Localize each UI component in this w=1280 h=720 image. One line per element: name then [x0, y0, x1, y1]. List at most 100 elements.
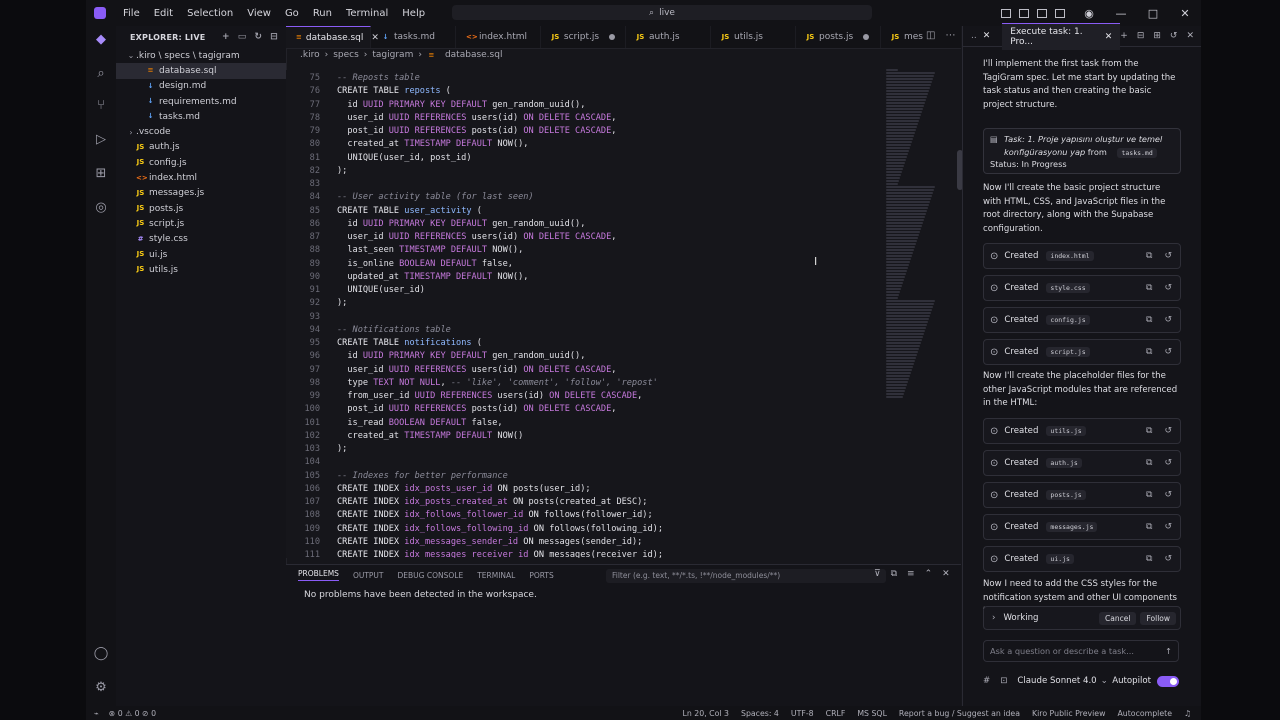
panel-toggle-icon[interactable]: [1037, 8, 1047, 18]
code-line[interactable]: 80 created_at TIMESTAMP DEFAULT NOW(),: [286, 138, 529, 151]
task-card-file-chip[interactable]: tasks.md: [1117, 147, 1157, 158]
tree-item[interactable]: JS ui.js: [116, 247, 286, 262]
account-icon[interactable]: ◉: [1073, 7, 1105, 20]
account-icon[interactable]: ◯: [93, 646, 109, 662]
code-line[interactable]: 104: [286, 456, 337, 469]
menu-help[interactable]: Help: [395, 8, 432, 19]
open-diff-icon[interactable]: ⧉: [1146, 490, 1152, 500]
minimize-icon[interactable]: —: [1105, 7, 1137, 20]
chat-input[interactable]: Ask a question or describe a task... ↑: [983, 640, 1179, 662]
problems-filter-input[interactable]: Filter (e.g. text, **/*.ts, !**/node_mod…: [606, 569, 886, 583]
minimap[interactable]: [886, 68, 936, 488]
more-actions-icon[interactable]: ⋯: [945, 30, 955, 41]
command-search-box[interactable]: ⌕ live: [452, 5, 872, 20]
code-line[interactable]: 78 user_id UUID REFERENCES users(id) ON …: [286, 112, 617, 125]
tree-item[interactable]: # style.css: [116, 232, 286, 247]
revert-icon[interactable]: ↺: [1164, 426, 1172, 436]
revert-icon[interactable]: ↺: [1164, 554, 1172, 564]
editor-tab[interactable]: JS posts.js: [796, 26, 881, 48]
unsaved-dot-icon[interactable]: [863, 34, 870, 40]
editor-tab[interactable]: JS script.js: [541, 26, 626, 48]
close-panel-icon[interactable]: ✕: [942, 569, 950, 579]
language-mode[interactable]: MS SQL: [857, 709, 887, 718]
open-diff-icon[interactable]: ⧉: [1146, 522, 1152, 532]
code-line[interactable]: 92);: [286, 297, 348, 310]
open-diff-icon[interactable]: ⧉: [1146, 251, 1152, 261]
created-file-row[interactable]: ⊙ Created config.js ⧉ ↺: [983, 307, 1181, 333]
code-line[interactable]: 82);: [286, 165, 348, 178]
panel-tab-output[interactable]: OUTPUT: [353, 571, 384, 580]
problems-count[interactable]: ⊗ 0 ⚠ 0 ⊘ 0: [109, 709, 156, 718]
code-line[interactable]: 93: [286, 311, 337, 324]
code-line[interactable]: 107 CREATE INDEX idx_posts_created_at ON …: [286, 496, 647, 509]
code-line[interactable]: 101 is_read BOOLEAN DEFAULT false,: [286, 417, 502, 430]
tree-item[interactable]: ↓ design.md: [116, 79, 286, 94]
tree-item[interactable]: ↓ requirements.md: [116, 94, 286, 109]
remote-icon[interactable]: ⌁: [94, 709, 99, 718]
code-line[interactable]: 103);: [286, 443, 347, 456]
split-editor-icon[interactable]: ◫: [926, 30, 935, 41]
chat-settings-icon[interactable]: ⊞: [1153, 31, 1161, 41]
tree-item[interactable]: › .vscode: [116, 124, 286, 139]
cursor-position[interactable]: Ln 20, Col 3: [683, 709, 729, 718]
settings-gear-icon[interactable]: ⚙: [93, 680, 109, 696]
code-line[interactable]: 75 -- Reposts table: [286, 72, 420, 85]
chevron-down-icon[interactable]: ⌄: [1101, 676, 1108, 686]
revert-icon[interactable]: ↺: [1164, 251, 1172, 261]
view-list-icon[interactable]: ≡: [907, 569, 915, 579]
tree-item[interactable]: JS config.js: [116, 155, 286, 170]
editor-tab[interactable]: JS auth.js: [626, 26, 711, 48]
chat-revert-icon[interactable]: ↺: [1170, 31, 1178, 41]
image-attach-icon[interactable]: ⊡: [1000, 676, 1007, 686]
extensions-icon[interactable]: ⊞: [93, 166, 109, 182]
panel-tab-terminal[interactable]: TERMINAL: [477, 571, 515, 580]
open-diff-icon[interactable]: ⧉: [1146, 426, 1152, 436]
new-file-icon[interactable]: +: [222, 32, 230, 42]
code-line[interactable]: 106 CREATE INDEX idx_posts_user_id ON pos…: [286, 483, 590, 496]
created-file-row[interactable]: ⊙ Created posts.js ⧉ ↺: [983, 482, 1181, 508]
code-line[interactable]: 102 created_at TIMESTAMP DEFAULT NOW(): [286, 430, 523, 443]
send-arrow-icon[interactable]: ↑: [1165, 646, 1172, 656]
report-bug-link[interactable]: Report a bug / Suggest an idea: [899, 709, 1020, 718]
run-debug-icon[interactable]: ▷: [93, 132, 109, 148]
panel-tab-problems[interactable]: PROBLEMS: [298, 569, 339, 581]
breadcrumb-kiro[interactable]: .kiro: [300, 50, 320, 60]
revert-icon[interactable]: ↺: [1164, 315, 1172, 325]
refresh-icon[interactable]: ↻: [255, 32, 263, 42]
code-line[interactable]: 76 CREATE TABLE reposts (: [286, 85, 451, 98]
tree-item[interactable]: JS script.js: [116, 216, 286, 231]
maximize-panel-icon[interactable]: ⌃: [925, 569, 933, 579]
code-line[interactable]: 97 user_id UUID REFERENCES users(id) ON …: [286, 364, 617, 377]
close-window-icon[interactable]: ✕: [1169, 7, 1201, 20]
copy-icon[interactable]: ⧉: [891, 569, 897, 579]
tree-item[interactable]: JS auth.js: [116, 140, 286, 155]
created-file-row[interactable]: ⊙ Created index.html ⧉ ↺: [983, 243, 1181, 269]
breadcrumb-specs[interactable]: specs: [333, 50, 359, 60]
file-chip[interactable]: utils.js: [1046, 426, 1086, 436]
revert-icon[interactable]: ↺: [1164, 458, 1172, 468]
code-line[interactable]: 83: [286, 178, 337, 191]
open-diff-icon[interactable]: ⧉: [1146, 347, 1152, 357]
indentation[interactable]: Spaces: 4: [741, 709, 779, 718]
revert-icon[interactable]: ↺: [1164, 347, 1172, 357]
code-line[interactable]: 110 CREATE INDEX idx_messages_sender_id O…: [286, 536, 642, 549]
file-chip[interactable]: index.html: [1046, 251, 1094, 261]
open-diff-icon[interactable]: ⧉: [1146, 458, 1152, 468]
menu-go[interactable]: Go: [278, 8, 306, 19]
line-endings[interactable]: CRLF: [826, 709, 846, 718]
file-chip[interactable]: auth.js: [1046, 458, 1082, 468]
chat-ellipsis-icon[interactable]: ..: [971, 31, 977, 41]
revert-icon[interactable]: ↺: [1164, 490, 1172, 500]
code-line[interactable]: 94 -- Notifications table: [286, 324, 451, 337]
created-file-row[interactable]: ⊙ Created script.js ⧉ ↺: [983, 339, 1181, 365]
tree-item[interactable]: JS posts.js: [116, 201, 286, 216]
kiro-panel-icon[interactable]: ◎: [93, 200, 109, 216]
chat-history-icon[interactable]: ⊟: [1137, 31, 1145, 41]
revert-icon[interactable]: ↺: [1164, 283, 1172, 293]
maximize-icon[interactable]: □: [1137, 7, 1169, 20]
close-chat-icon[interactable]: ✕: [1186, 31, 1194, 41]
breadcrumb-file[interactable]: database.sql: [445, 50, 503, 60]
code-line[interactable]: 81 UNIQUE(user_id, post_id): [286, 152, 472, 165]
code-line[interactable]: 111 CREATE INDEX idx_messages_receiver_id…: [286, 549, 663, 558]
editor-tab[interactable]: ↓ tasks.md: [371, 26, 456, 48]
